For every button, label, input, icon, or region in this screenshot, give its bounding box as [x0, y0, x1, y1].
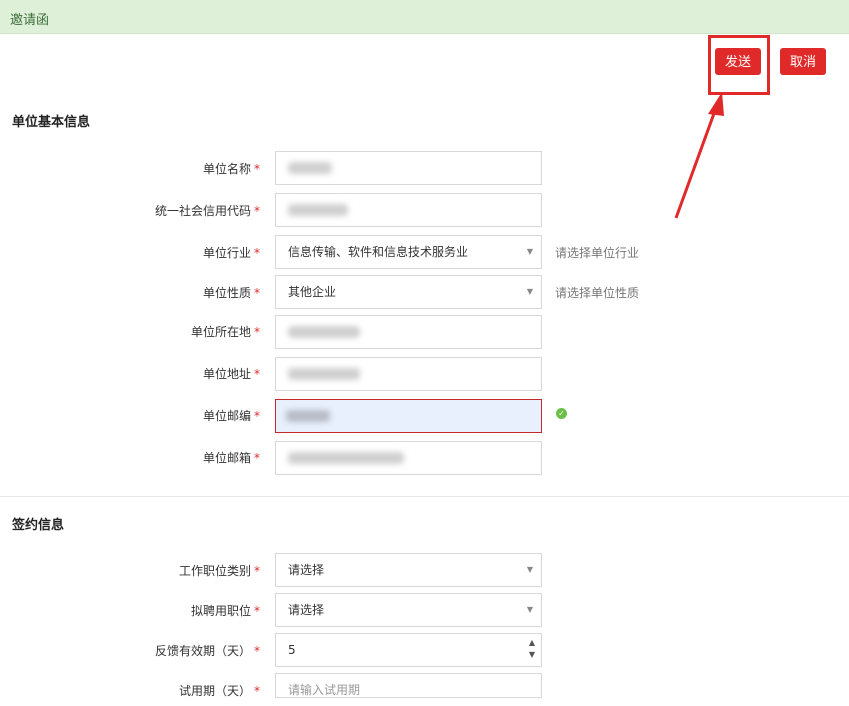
label-address: 单位地址 *: [202, 367, 260, 381]
label-location: 单位所在地 *: [190, 325, 260, 339]
probation-input[interactable]: 请输入试用期: [275, 673, 542, 698]
industry-hint: 请选择单位行业: [555, 246, 640, 260]
label-company-name: 单位名称 *: [202, 162, 260, 176]
annotation-arrow-icon: [674, 92, 724, 219]
spinner-arrows-icon[interactable]: ▲ ▼: [529, 637, 535, 661]
cancel-button[interactable]: 取消: [780, 48, 826, 75]
nature-hint: 请选择单位性质: [555, 286, 640, 300]
chevron-down-icon: ▼: [526, 247, 533, 256]
label-position: 拟聘用职位 *: [190, 604, 260, 618]
company-name-input[interactable]: [275, 151, 542, 185]
chevron-down-icon: ▼: [526, 287, 533, 296]
postcode-input[interactable]: [275, 399, 542, 433]
valid-check-icon: ✓: [556, 408, 567, 419]
section-title-company: 单位基本信息: [12, 115, 91, 130]
label-job-category: 工作职位类别 *: [178, 564, 260, 578]
chevron-down-icon: ▼: [526, 565, 533, 574]
label-feedback-period: 反馈有效期（天） *: [154, 644, 260, 658]
chevron-down-icon: ▼: [526, 605, 533, 614]
send-button[interactable]: 发送: [715, 48, 761, 75]
nature-select[interactable]: 其他企业 ▼: [275, 275, 542, 309]
industry-select[interactable]: 信息传输、软件和信息技术服务业 ▼: [275, 235, 542, 269]
label-email: 单位邮箱 *: [202, 451, 260, 465]
section-title-contract: 签约信息: [12, 518, 65, 533]
feedback-period-stepper[interactable]: 5 ▲ ▼: [275, 633, 542, 667]
page-title: 邀请函: [10, 13, 50, 28]
email-input[interactable]: [275, 441, 542, 475]
location-input[interactable]: [275, 315, 542, 349]
address-input[interactable]: [275, 357, 542, 391]
label-industry: 单位行业 *: [202, 246, 260, 260]
label-nature: 单位性质 *: [202, 286, 260, 300]
credit-code-input[interactable]: [275, 193, 542, 227]
title-bar: 邀请函: [0, 0, 849, 34]
label-probation: 试用期（天） *: [178, 684, 260, 698]
label-credit-code: 统一社会信用代码 *: [154, 204, 260, 218]
position-select[interactable]: 请选择 ▼: [275, 593, 542, 627]
section-divider: [0, 496, 849, 497]
label-postcode: 单位邮编 *: [202, 409, 260, 423]
job-category-select[interactable]: 请选择 ▼: [275, 553, 542, 587]
